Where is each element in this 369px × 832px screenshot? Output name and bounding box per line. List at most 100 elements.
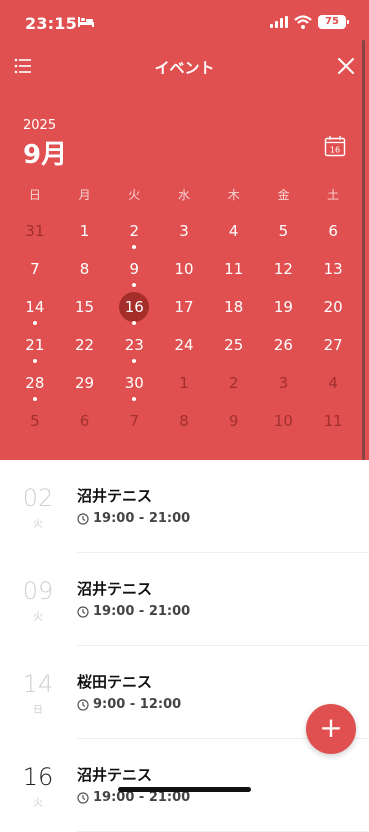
clock-icon	[77, 698, 89, 711]
event-row[interactable]: 09 火 沼井テニス 19:00 - 21:00	[0, 553, 369, 646]
calendar-day[interactable]: 28	[10, 366, 60, 404]
day-number: 2	[129, 222, 140, 240]
calendar-day[interactable]: 8	[159, 404, 209, 442]
day-number: 14	[25, 298, 45, 316]
bed-icon	[78, 17, 94, 27]
calendar-day[interactable]: 14	[10, 290, 60, 328]
event-time: 19:00 - 21:00	[93, 511, 191, 526]
calendar-day[interactable]: 7	[109, 404, 159, 442]
calendar-day[interactable]: 17	[159, 290, 209, 328]
calendar-day[interactable]: 6	[308, 214, 358, 252]
event-time-row: 19:00 - 21:00	[77, 604, 190, 619]
event-list: 02 火沼井テニス 19:00 - 21:00 09 火沼井テニス 19:00 - 21:…	[0, 460, 369, 832]
calendar-day[interactable]: 27	[308, 328, 358, 366]
event-dot	[32, 359, 37, 363]
calendar-day[interactable]: 13	[308, 252, 358, 290]
day-number: 11	[323, 412, 343, 430]
event-row[interactable]: 02 火 沼井テニス 19:00 - 21:00	[0, 460, 369, 553]
calendar-day[interactable]: 1	[159, 366, 209, 404]
clock-icon	[77, 512, 89, 525]
calendar-day[interactable]: 22	[60, 328, 110, 366]
today-calendar-button[interactable]: 16	[324, 135, 346, 157]
calendar-day[interactable]: 2	[209, 366, 259, 404]
calendar-day[interactable]: 15	[60, 290, 110, 328]
close-icon[interactable]	[337, 57, 355, 75]
day-number: 19	[273, 298, 293, 316]
event-dot	[132, 245, 137, 249]
weekday-tue: 火	[128, 188, 141, 202]
cellular-signal-icon	[270, 16, 288, 28]
calendar-day[interactable]: 19	[259, 290, 309, 328]
day-number: 7	[30, 260, 40, 278]
calendar-day[interactable]: 10	[259, 404, 309, 442]
event-day-number: 09	[22, 577, 54, 605]
day-number: 3	[278, 374, 289, 392]
calendar-day[interactable]: 4	[209, 214, 259, 252]
day-number: 25	[224, 336, 244, 354]
calendar-day[interactable]: 2	[109, 214, 159, 252]
day-number: 26	[273, 336, 293, 354]
calendar-day[interactable]: 23	[109, 328, 159, 366]
calendar-day[interactable]: 20	[308, 290, 358, 328]
battery-indicator: 75	[318, 15, 349, 29]
calendar-day[interactable]: 31	[10, 214, 60, 252]
calendar-day[interactable]: 4	[308, 366, 358, 404]
day-number: 27	[323, 336, 343, 354]
day-number: 3	[179, 222, 189, 240]
event-time-row: 19:00 - 21:00	[77, 511, 190, 526]
day-number: 4	[328, 374, 338, 392]
calendar-day[interactable]: 3	[259, 366, 309, 404]
event-dot	[132, 359, 137, 363]
calendar-icon: 16	[324, 136, 346, 157]
event-day-number: 02	[22, 484, 54, 512]
calendar-day[interactable]: 8	[60, 252, 110, 290]
calendar-day[interactable]: 1	[60, 214, 110, 252]
day-number: 7	[129, 412, 140, 430]
day-number: 5	[30, 412, 40, 430]
calendar-day[interactable]: 29	[60, 366, 110, 404]
calendar-day[interactable]: 11	[308, 404, 358, 442]
calendar-day[interactable]: 24	[159, 328, 209, 366]
calendar-day[interactable]: 10	[159, 252, 209, 290]
day-number: 17	[174, 298, 194, 316]
calendar-day[interactable]: 6	[60, 404, 110, 442]
calendar-day[interactable]: 25	[209, 328, 259, 366]
calendar-day[interactable]: 7	[10, 252, 60, 290]
add-event-button[interactable]: +	[306, 704, 356, 754]
day-number: 5	[278, 222, 289, 240]
calendar-day[interactable]: 11	[209, 252, 259, 290]
page-title: イベント	[154, 59, 215, 77]
day-number: 22	[75, 336, 95, 354]
day-number: 13	[323, 260, 343, 278]
day-number: 28	[25, 374, 45, 392]
day-number: 1	[179, 374, 189, 392]
event-title: 沼井テニス	[77, 766, 153, 784]
calendar-day[interactable]: 9	[109, 252, 159, 290]
weekday-thu: 木	[227, 188, 240, 202]
weekday-sat: 土	[327, 188, 340, 202]
day-number: 1	[79, 222, 90, 240]
day-number: 20	[323, 298, 343, 316]
event-time: 9:00 - 12:00	[93, 697, 182, 712]
day-number: 15	[75, 298, 95, 316]
event-weekday: 火	[33, 519, 43, 530]
event-row[interactable]: 16 火 沼井テニス 19:00 - 21:00	[0, 739, 369, 832]
calendar-day[interactable]: 5	[10, 404, 60, 442]
calendar-day[interactable]: 9	[209, 404, 259, 442]
calendar-day[interactable]: 26	[259, 328, 309, 366]
calendar-day[interactable]: 12	[259, 252, 309, 290]
calendar-day[interactable]: 21	[10, 328, 60, 366]
day-number: 2	[228, 374, 239, 392]
calendar-day[interactable]: 30	[109, 366, 159, 404]
calendar-day[interactable]: 5	[259, 214, 309, 252]
day-number: 6	[79, 412, 90, 430]
event-title: 桜田テニス	[77, 673, 153, 691]
status-time: 23:15	[25, 14, 77, 33]
calendar-day-selected[interactable]: 16	[109, 290, 159, 328]
day-number: 23	[124, 336, 144, 354]
calendar-day[interactable]: 3	[159, 214, 209, 252]
calendar-day[interactable]: 18	[209, 290, 259, 328]
scrollbar[interactable]	[362, 40, 365, 460]
day-number: 8	[179, 412, 189, 430]
day-number: 12	[273, 260, 293, 278]
